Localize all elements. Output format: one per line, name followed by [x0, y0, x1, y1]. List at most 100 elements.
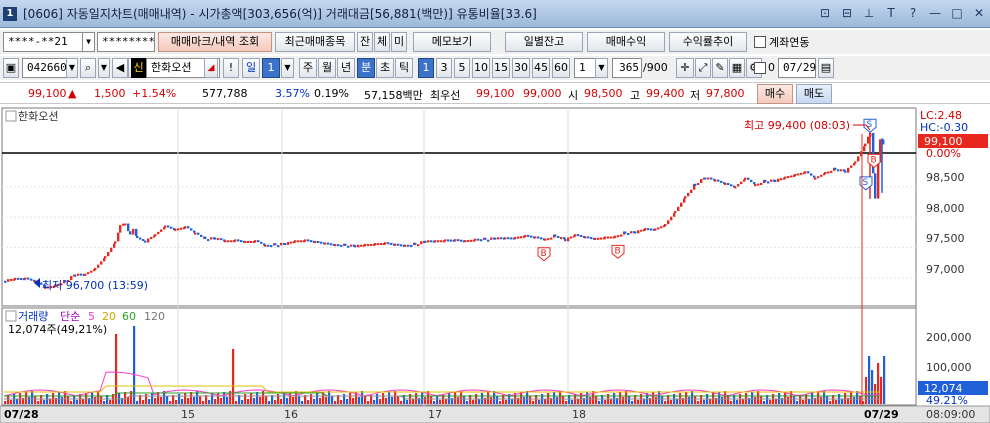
- minute-30-button[interactable]: 30: [512, 58, 530, 78]
- best-bid: 99,000: [523, 87, 562, 100]
- period-dropdown-icon[interactable]: ▼: [281, 58, 294, 78]
- date-field[interactable]: 07/29: [778, 58, 816, 78]
- profit-trend-button[interactable]: 수익률추이: [669, 32, 747, 52]
- crosshair-icon[interactable]: ✛: [676, 58, 694, 78]
- candle-158: [400, 244, 403, 247]
- help-icon[interactable]: ?: [906, 6, 920, 20]
- zero-checkbox[interactable]: [754, 62, 766, 74]
- minimize-icon[interactable]: —: [928, 6, 942, 20]
- minute-15-button[interactable]: 15: [492, 58, 510, 78]
- pin-icon[interactable]: ⊥: [862, 6, 876, 20]
- volume-bar-251: [757, 391, 760, 404]
- change-percent: +1.54%: [132, 87, 177, 100]
- minute-10-button[interactable]: 10: [472, 58, 490, 78]
- volume-bar-279: [841, 399, 844, 404]
- period-minute-button[interactable]: 분: [357, 58, 375, 78]
- trade-marks-button[interactable]: 매매마크/내역 조회: [158, 32, 272, 52]
- volume-bar-8: [28, 397, 31, 404]
- stock-info-icon[interactable]: ◢: [204, 58, 218, 78]
- custom-minute-dropdown-icon[interactable]: ▼: [595, 58, 608, 78]
- search-icon[interactable]: ⌕: [80, 58, 96, 78]
- volume-bar-41: [127, 397, 130, 404]
- buy-button[interactable]: 매수: [757, 84, 793, 104]
- password-field[interactable]: ********: [97, 32, 155, 52]
- daily-balance-button[interactable]: 일별잔고: [505, 32, 583, 52]
- panel-menu-icon[interactable]: [5, 110, 17, 122]
- volume-bar-62: [190, 392, 193, 404]
- period-second-button[interactable]: 초: [376, 58, 394, 78]
- save-icon[interactable]: ▦: [729, 58, 745, 78]
- candle-41: [107, 251, 110, 257]
- sell-button[interactable]: 매도: [796, 84, 832, 104]
- candle-66: [170, 226, 173, 229]
- volume-bar-154: [466, 401, 469, 404]
- candle-141: [357, 244, 360, 248]
- recent-trades-button[interactable]: 최근매매종목: [275, 32, 355, 52]
- volume-bar-230: [694, 396, 697, 404]
- search-dropdown-icon[interactable]: ▼: [98, 58, 110, 78]
- minute-3-button[interactable]: 3: [436, 58, 452, 78]
- volume-bar-207: [625, 391, 628, 404]
- volume-bar-291: [877, 363, 880, 404]
- minute-5-button[interactable]: 5: [454, 58, 470, 78]
- window-icon[interactable]: ▣: [3, 58, 19, 78]
- calendar-icon[interactable]: ▤: [818, 58, 834, 78]
- close-icon[interactable]: ✕: [972, 6, 986, 20]
- candle-345: [867, 136, 870, 144]
- period-year-button[interactable]: 년: [337, 58, 355, 78]
- account-link-checkbox[interactable]: [754, 36, 766, 48]
- pen-icon[interactable]: ✎: [712, 58, 728, 78]
- candle-93: [237, 239, 240, 242]
- candle-326: [820, 174, 823, 177]
- indicator-icon[interactable]: ⤢: [695, 58, 711, 78]
- unexecuted-button[interactable]: 미: [391, 32, 407, 52]
- speaker-icon[interactable]: ◀: [112, 58, 128, 78]
- volume-bar-274: [826, 396, 829, 404]
- volume-bar-163: [493, 391, 496, 404]
- price-volume-chart[interactable]: B BSBS 한화오션 최고 99,400 (08:03) 최저 96,700 (…: [0, 106, 990, 423]
- candle-121: [307, 239, 310, 242]
- volume-bar-241: [727, 396, 730, 404]
- count-field[interactable]: 365: [612, 58, 642, 78]
- layout-icon[interactable]: ⊡: [818, 6, 832, 20]
- volume-bar-136: [412, 399, 415, 404]
- candle-253: [637, 230, 640, 234]
- candle-30: [80, 273, 83, 276]
- volume-tick-200000: 200,000: [926, 331, 972, 344]
- code-dropdown-icon[interactable]: ▼: [66, 58, 78, 78]
- volume-bar-158: [478, 399, 481, 404]
- balance-button[interactable]: 잔: [357, 32, 373, 52]
- candle-284: [714, 179, 717, 182]
- candle-225: [567, 237, 570, 242]
- period-week-button[interactable]: 주: [299, 58, 317, 78]
- volume-menu-icon[interactable]: [5, 310, 17, 322]
- alert-icon[interactable]: !: [223, 58, 239, 78]
- period-tick-button[interactable]: 틱: [395, 58, 413, 78]
- period-month-button[interactable]: 월: [318, 58, 336, 78]
- text-icon[interactable]: T: [884, 6, 898, 20]
- volume-bar-94: [286, 398, 289, 404]
- minute-1-button[interactable]: 1: [418, 58, 434, 78]
- minute-60-button[interactable]: 60: [552, 58, 570, 78]
- split-icon[interactable]: ⊟: [840, 6, 854, 20]
- candle-298: [750, 179, 753, 183]
- x-label-0728: 07/28: [4, 408, 39, 421]
- candle-309: [777, 178, 780, 182]
- candle-213: [537, 236, 540, 239]
- executed-button[interactable]: 체: [374, 32, 390, 52]
- period-number[interactable]: 1: [262, 58, 280, 78]
- volume-bar-271: [817, 392, 820, 404]
- chart-area[interactable]: BBSBS 한화오션 최고 99,400 (08:03) 최저 96,700 (…: [0, 106, 990, 423]
- period-day-button[interactable]: 일: [242, 58, 260, 78]
- candle-88: [224, 240, 227, 243]
- volume-bar-92: [280, 399, 283, 404]
- account-dropdown-icon[interactable]: ▼: [82, 32, 95, 52]
- trade-profit-button[interactable]: 매매수익: [587, 32, 665, 52]
- candle-266: [670, 216, 673, 221]
- candle-110: [280, 242, 283, 246]
- volume-bar-213: [643, 399, 646, 404]
- memo-button[interactable]: 메모보기: [413, 32, 491, 52]
- minute-45-button[interactable]: 45: [532, 58, 550, 78]
- maximize-icon[interactable]: □: [950, 6, 964, 20]
- candle-80: [204, 236, 207, 240]
